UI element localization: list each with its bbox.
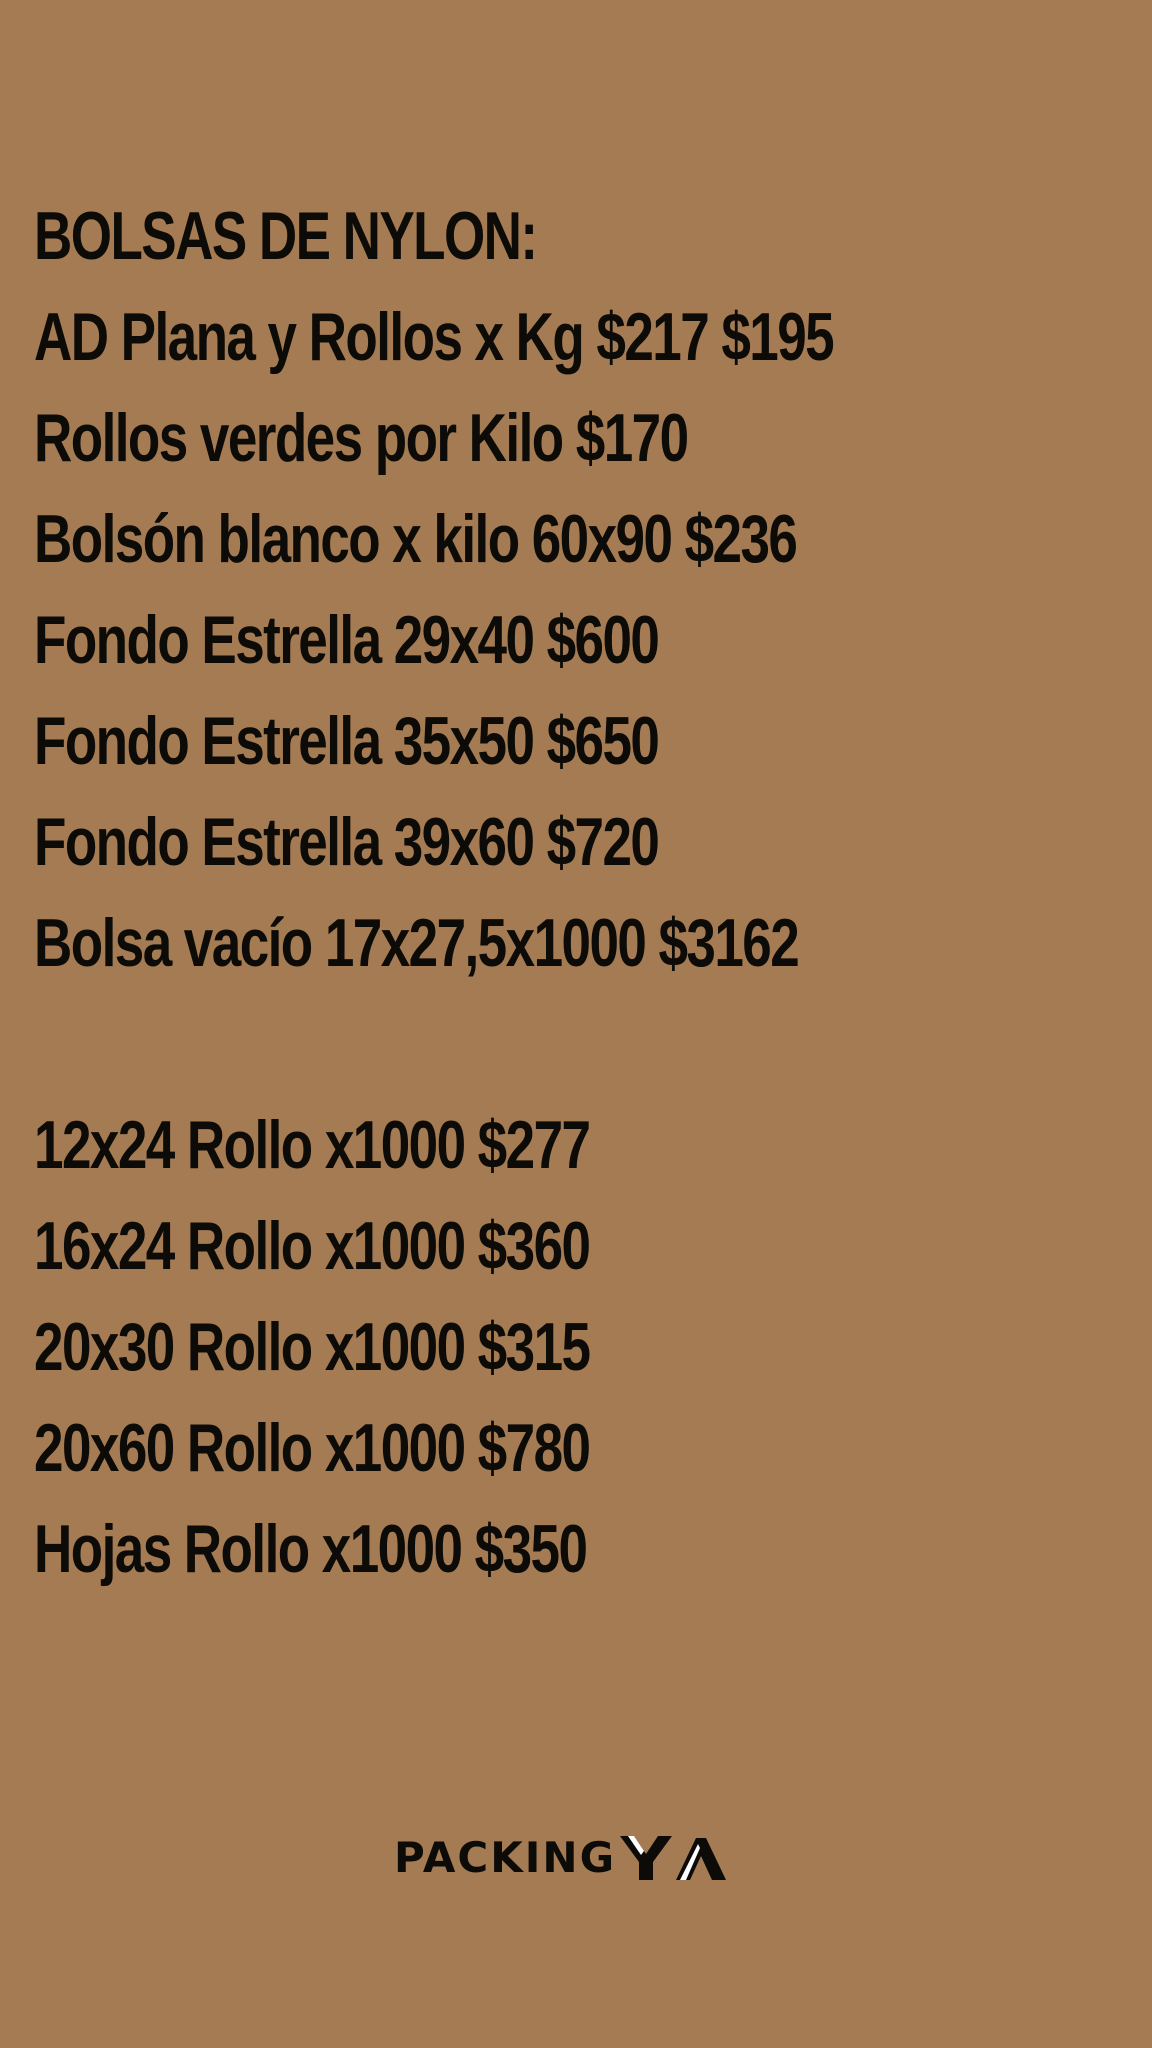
price-item: 12x24 Rollo x1000 $277: [34, 1107, 591, 1183]
price-item: Hojas Rollo x1000 $350: [34, 1511, 588, 1587]
price-item: Bolsa vacío 17x27,5x1000 $3162: [34, 905, 800, 981]
price-list: BOLSAS DE NYLON: AD Plana y Rollos x Kg …: [34, 186, 1059, 1600]
price-item: Fondo Estrella 39x60 $720: [34, 804, 660, 880]
logo-wordmark: PACKING: [394, 1833, 617, 1882]
price-item: Fondo Estrella 29x40 $600: [34, 602, 660, 678]
price-item: 20x30 Rollo x1000 $315: [34, 1309, 591, 1385]
price-item: 16x24 Rollo x1000 $360: [34, 1208, 591, 1284]
packingya-logo: PACKING: [394, 1830, 728, 1886]
price-item: Fondo Estrella 35x50 $650: [34, 703, 660, 779]
logo-ya-mark-icon: [620, 1836, 727, 1880]
section-heading: BOLSAS DE NYLON:: [34, 198, 538, 274]
price-item: 20x60 Rollo x1000 $780: [34, 1410, 591, 1486]
price-item: AD Plana y Rollos x Kg $217 $195: [34, 299, 835, 375]
price-item: Rollos verdes por Kilo $170: [34, 400, 689, 476]
price-item: Bolsón blanco x kilo 60x90 $236: [34, 501, 798, 577]
